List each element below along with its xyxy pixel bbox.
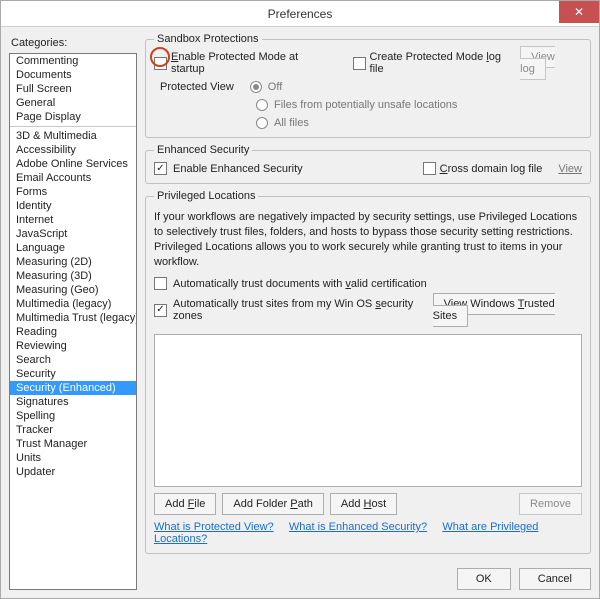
enhanced-legend: Enhanced Security [154, 144, 252, 156]
close-icon: ✕ [574, 5, 584, 19]
add-file-button[interactable]: Add File [154, 493, 216, 515]
category-item[interactable]: Signatures [10, 395, 136, 409]
category-item[interactable]: Language [10, 241, 136, 255]
category-item[interactable]: Measuring (3D) [10, 269, 136, 283]
sandbox-protections-group: Sandbox Protections Enable Protected Mod… [145, 33, 591, 138]
category-item[interactable]: Reading [10, 325, 136, 339]
category-item[interactable]: Commenting [10, 54, 136, 68]
protected-view-all-radio[interactable] [256, 117, 268, 129]
what-is-protected-view-link[interactable]: What is Protected View? [154, 521, 274, 533]
right-panel: Sandbox Protections Enable Protected Mod… [145, 33, 591, 590]
category-item[interactable]: Full Screen [10, 82, 136, 96]
category-separator [10, 126, 136, 127]
enable-protected-mode-checkbox[interactable] [154, 57, 167, 70]
category-item[interactable]: Adobe Online Services [10, 157, 136, 171]
preferences-window: Preferences ✕ Categories: CommentingDocu… [0, 0, 600, 599]
close-button[interactable]: ✕ [559, 1, 599, 23]
category-item[interactable]: Accessibility [10, 143, 136, 157]
category-item[interactable]: Measuring (Geo) [10, 283, 136, 297]
category-item[interactable]: Reviewing [10, 339, 136, 353]
category-item[interactable]: Search [10, 353, 136, 367]
cross-domain-log-checkbox[interactable] [423, 162, 436, 175]
protected-view-unsafe-radio[interactable] [256, 99, 268, 111]
priv-description: If your workflows are negatively impacte… [154, 210, 582, 269]
category-item[interactable]: JavaScript [10, 227, 136, 241]
left-panel: Categories: CommentingDocumentsFull Scre… [9, 33, 137, 590]
auto-trust-os-zones-checkbox[interactable] [154, 304, 167, 317]
category-item[interactable]: Email Accounts [10, 171, 136, 185]
add-host-button[interactable]: Add Host [330, 493, 397, 515]
enable-enhanced-security-checkbox[interactable] [154, 162, 167, 175]
category-item[interactable]: Security [10, 367, 136, 381]
category-item[interactable]: Updater [10, 465, 136, 479]
enhanced-security-group: Enhanced Security Enable Enhanced Securi… [145, 144, 591, 184]
privileged-locations-group: Privileged Locations If your workflows a… [145, 190, 591, 554]
category-item[interactable]: Units [10, 451, 136, 465]
categories-label: Categories: [11, 37, 137, 49]
enable-protected-mode-label: Enable Protected Mode at startup [171, 51, 331, 75]
view-link: View [558, 163, 582, 175]
window-title: Preferences [268, 7, 333, 21]
auto-trust-os-zones-label: Automatically trust sites from my Win OS… [173, 298, 427, 322]
create-log-checkbox[interactable] [353, 57, 366, 70]
create-log-label: Create Protected Mode log file [370, 51, 515, 75]
category-item[interactable]: Identity [10, 199, 136, 213]
protected-view-all-label: All files [274, 117, 309, 129]
remove-button: Remove [519, 493, 582, 515]
auto-trust-valid-cert-label: Automatically trust documents with valid… [173, 278, 427, 290]
category-item[interactable]: Spelling [10, 409, 136, 423]
category-item[interactable]: Tracker [10, 423, 136, 437]
category-item[interactable]: Security (Enhanced) [10, 381, 136, 395]
category-item[interactable]: Measuring (2D) [10, 255, 136, 269]
enable-enhanced-security-label: Enable Enhanced Security [173, 163, 303, 175]
ok-button[interactable]: OK [457, 568, 511, 590]
priv-legend: Privileged Locations [154, 190, 258, 202]
view-trusted-sites-button[interactable]: View Windows Trusted Sites [433, 293, 555, 327]
add-folder-path-button[interactable]: Add Folder Path [222, 493, 324, 515]
dialog-footer: OK Cancel [145, 568, 591, 590]
protected-view-off-label: Off [268, 81, 282, 93]
protected-view-unsafe-label: Files from potentially unsafe locations [274, 99, 457, 111]
privileged-locations-list[interactable] [154, 334, 582, 487]
category-item[interactable]: General [10, 96, 136, 110]
categories-listbox[interactable]: CommentingDocumentsFull ScreenGeneralPag… [9, 53, 137, 590]
help-links: What is Protected View? What is Enhanced… [154, 521, 582, 545]
protected-view-off-radio[interactable] [250, 81, 262, 93]
cancel-button[interactable]: Cancel [519, 568, 591, 590]
auto-trust-valid-cert-checkbox[interactable] [154, 277, 167, 290]
category-item[interactable]: Internet [10, 213, 136, 227]
sandbox-legend: Sandbox Protections [154, 33, 262, 45]
cross-domain-log-label: Cross domain log file [440, 163, 543, 175]
view-log-button: View log [520, 46, 555, 80]
title-bar: Preferences ✕ [1, 1, 599, 27]
category-item[interactable]: Forms [10, 185, 136, 199]
category-item[interactable]: Multimedia (legacy) [10, 297, 136, 311]
category-item[interactable]: Page Display [10, 110, 136, 124]
category-item[interactable]: Documents [10, 68, 136, 82]
category-item[interactable]: Trust Manager [10, 437, 136, 451]
what-is-enhanced-security-link[interactable]: What is Enhanced Security? [289, 521, 427, 533]
protected-view-label: Protected View [160, 81, 234, 93]
category-item[interactable]: Multimedia Trust (legacy) [10, 311, 136, 325]
category-item[interactable]: 3D & Multimedia [10, 129, 136, 143]
